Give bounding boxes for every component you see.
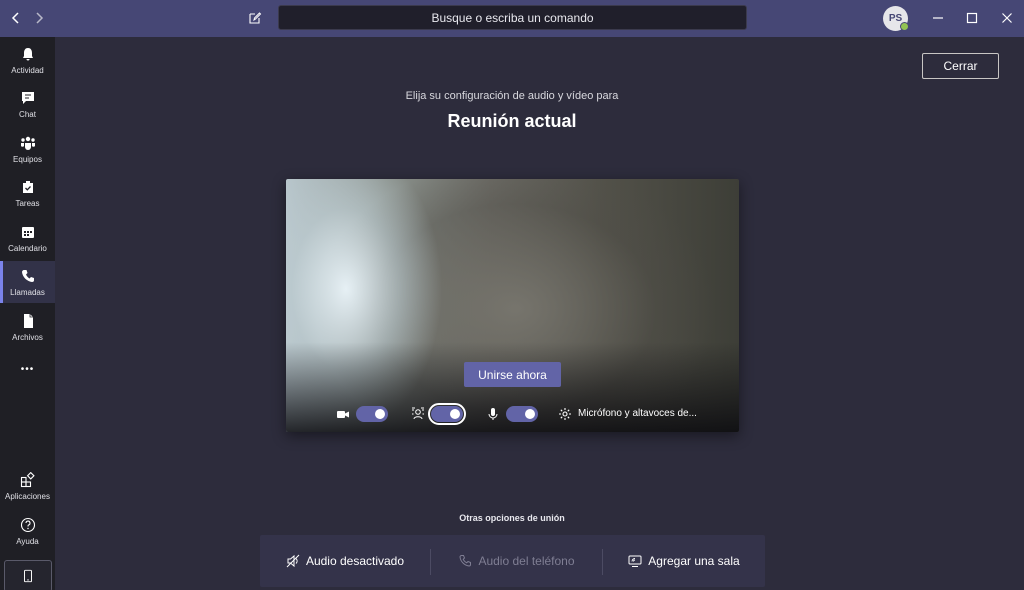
other-join-options: Audio desactivado Audio del teléfono Agr…	[260, 535, 765, 587]
minimize-icon	[933, 17, 943, 19]
rail-item-label: Archivos	[12, 333, 43, 342]
files-icon	[19, 312, 37, 330]
rail-item-label: Calendario	[8, 244, 47, 253]
audio-off-label: Audio desactivado	[305, 554, 405, 568]
rail-item-label: Chat	[19, 110, 36, 119]
compose-icon	[249, 12, 262, 24]
new-chat-button[interactable]	[245, 8, 265, 28]
device-settings-link[interactable]: Micrófono y altavoces de...	[578, 408, 697, 419]
rail-item-actividad[interactable]: Actividad	[0, 39, 55, 81]
rail-item-aplicaciones[interactable]: Aplicaciones	[0, 465, 55, 507]
teams-window: Busque o escriba un comando PS Actividad	[0, 0, 1024, 590]
audio-off-option[interactable]: Audio desactivado	[260, 535, 430, 587]
rail-item-llamadas[interactable]: Llamadas	[0, 261, 55, 303]
join-now-label: Unirse ahora	[478, 367, 547, 382]
phone-icon	[19, 267, 37, 285]
maximize-button[interactable]	[963, 9, 981, 27]
presence-available-icon	[900, 22, 909, 31]
rail-item-ayuda[interactable]: Ayuda	[0, 510, 55, 552]
avatar-initials: PS	[888, 13, 903, 24]
rail-item-equipos[interactable]: Equipos	[0, 128, 55, 170]
page-title: Reunión actual	[447, 111, 577, 131]
chat-icon	[19, 89, 37, 107]
more-icon: •••	[20, 363, 35, 375]
more-apps-button[interactable]: •••	[0, 359, 55, 379]
minimize-button[interactable]	[929, 9, 947, 27]
join-now-button[interactable]: Unirse ahora	[464, 362, 561, 387]
background-blur-toggle[interactable]	[428, 403, 466, 425]
tasks-icon	[19, 178, 37, 196]
other-join-options-title: Otras opciones de unión	[459, 513, 565, 523]
rail-item-calendario[interactable]: Calendario	[0, 217, 55, 259]
rail-item-label: Tareas	[15, 199, 40, 208]
mobile-phone-icon	[24, 569, 32, 583]
teams-icon	[19, 134, 37, 152]
phone-audio-option[interactable]: Audio del teléfono	[431, 535, 602, 587]
speaker-off-icon	[286, 554, 300, 568]
chevron-right-icon	[36, 12, 44, 24]
add-room-option[interactable]: Agregar una sala	[603, 535, 765, 587]
chevron-left-icon	[11, 12, 19, 24]
calendar-icon	[19, 223, 37, 241]
forward-button[interactable]	[29, 8, 49, 28]
phone-icon	[459, 555, 472, 567]
command-search-input[interactable]: Busque o escriba un comando	[278, 5, 747, 30]
mobile-app-button[interactable]	[4, 560, 52, 590]
phone-audio-label: Audio del teléfono	[478, 554, 575, 568]
rail-item-label: Llamadas	[10, 288, 45, 297]
add-room-label: Agregar una sala	[648, 554, 740, 568]
app-rail: Actividad Chat Equipos Tareas Calendario	[0, 37, 55, 590]
camera-toggle[interactable]	[356, 406, 388, 422]
back-button[interactable]	[6, 8, 26, 28]
bell-icon	[19, 45, 37, 63]
microphone-icon	[486, 407, 500, 421]
rail-item-label: Equipos	[13, 155, 42, 164]
background-blur-icon	[411, 407, 425, 421]
video-preview: Unirse ahora Micrófono y altavoces de...	[286, 179, 739, 432]
rail-item-tareas[interactable]: Tareas	[0, 172, 55, 214]
title-bar: Busque o escriba un comando PS	[0, 0, 1024, 37]
search-placeholder: Busque o escriba un comando	[431, 10, 594, 25]
page-subtitle: Elija su configuración de audio y vídeo …	[405, 90, 619, 102]
cast-icon	[628, 555, 642, 567]
microphone-toggle[interactable]	[506, 406, 538, 422]
rail-item-label: Ayuda	[16, 537, 39, 546]
rail-item-label: Aplicaciones	[5, 492, 50, 501]
help-icon	[19, 516, 37, 534]
maximize-icon	[966, 12, 978, 24]
camera-icon	[336, 407, 350, 421]
close-icon	[1002, 13, 1012, 23]
close-button-label: Cerrar	[943, 59, 978, 73]
rail-item-chat[interactable]: Chat	[0, 83, 55, 125]
rail-item-label: Actividad	[11, 66, 44, 75]
close-button[interactable]: Cerrar	[922, 53, 999, 79]
apps-icon	[19, 471, 37, 489]
rail-item-archivos[interactable]: Archivos	[0, 306, 55, 348]
close-window-button[interactable]	[998, 9, 1016, 27]
gear-icon[interactable]	[558, 407, 572, 421]
